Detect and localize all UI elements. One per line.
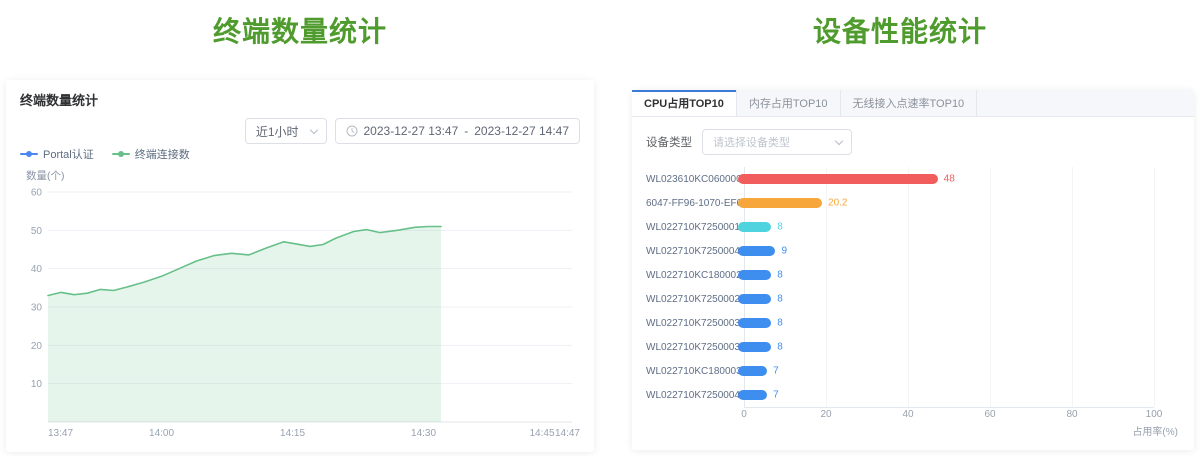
svg-text:14:47: 14:47	[555, 428, 580, 439]
y-axis-title: 数量(个)	[26, 168, 65, 183]
date-range-end: 2023-12-27 14:47	[474, 124, 569, 138]
bar-category-label: WL022710KC18000372	[646, 366, 738, 377]
bar	[738, 246, 775, 256]
bar-category-label: WL022710K725000409	[646, 246, 738, 257]
bar-value-label: 8	[777, 342, 783, 353]
bar-row: WL022710K725000470 7	[646, 383, 1180, 407]
bar-value-label: 7	[773, 390, 779, 401]
time-range-select[interactable]: 近1小时	[245, 118, 327, 144]
bar-category-label: 6047-FF96-1070-EF0A	[646, 198, 738, 209]
bar	[738, 366, 767, 376]
bar-value-label: 48	[944, 174, 955, 185]
x-tick-label: 40	[902, 409, 913, 420]
bar-row: WL022710K725000307 8	[646, 311, 1180, 335]
x-tick-label: 80	[1066, 409, 1077, 420]
bar-row: WL022710K725000409 9	[646, 239, 1180, 263]
svg-text:60: 60	[31, 188, 43, 199]
svg-text:30: 30	[31, 303, 43, 314]
bar	[738, 174, 938, 184]
bar-category-label: WL022710K725000102	[646, 222, 738, 233]
svg-text:20: 20	[31, 341, 43, 352]
svg-text:10: 10	[31, 379, 43, 390]
svg-text:14:30: 14:30	[411, 428, 436, 439]
bar-category-label: WL022710K725000307	[646, 318, 738, 329]
svg-text:13:47: 13:47	[48, 428, 73, 439]
bar-category-label: WL023610KC06000043	[646, 174, 738, 185]
chart-legend: Portal认证 终端连接数	[20, 146, 190, 162]
device-type-label: 设备类型	[646, 134, 692, 150]
date-range-start: 2023-12-27 13:47	[364, 124, 459, 138]
bar-value-label: 7	[773, 366, 779, 377]
bar-row: WL022710KC18000280 8	[646, 263, 1180, 287]
bar-value-label: 8	[777, 294, 783, 305]
bar-row: WL022710K725000102 8	[646, 215, 1180, 239]
bar-x-axis-title: 占用率(%)	[646, 423, 1178, 438]
legend-label: Portal认证	[43, 146, 94, 162]
bar-row: WL022710K725000369 8	[646, 335, 1180, 359]
date-range-picker[interactable]: 2023-12-27 13:47 - 2023-12-27 14:47	[335, 118, 581, 144]
svg-text:14:00: 14:00	[149, 428, 174, 439]
bar	[738, 222, 771, 232]
bar-row: WL022710KC18000372 7	[646, 359, 1180, 383]
bar-value-label: 8	[777, 270, 783, 281]
legend-item[interactable]: 终端连接数	[112, 146, 190, 162]
bar-row: WL023610KC06000043 48	[646, 167, 1180, 191]
cpu-top10-bar-chart: WL023610KC06000043 48 6047-FF96-1070-EF0A 2…	[646, 167, 1180, 438]
x-tick-label: 0	[741, 409, 747, 420]
bar	[738, 198, 822, 208]
bar-category-label: WL022710KC18000280	[646, 270, 738, 281]
bar-category-label: WL022710K725000470	[646, 390, 738, 401]
svg-text:40: 40	[31, 264, 43, 275]
svg-text:50: 50	[31, 226, 43, 237]
chevron-down-icon	[835, 136, 843, 144]
x-tick-label: 20	[820, 409, 831, 420]
clock-icon	[346, 125, 358, 137]
chart-controls: 近1小时 2023-12-27 13:47 - 2023-12-27 14:47	[245, 118, 580, 144]
left-panel-heading: 终端数量统计	[0, 10, 600, 50]
bar-category-label: WL022710K725000272	[646, 294, 738, 305]
legend-label: 终端连接数	[135, 146, 190, 162]
bar-value-label: 8	[777, 222, 783, 233]
time-range-value: 近1小时	[256, 123, 299, 140]
legend-line-dot-icon	[20, 150, 38, 158]
x-tick-label: 60	[984, 409, 995, 420]
bar	[738, 294, 771, 304]
device-performance-card: CPU占用TOP10内存占用TOP10无线接入点速率TOP10 设备类型 请选择…	[632, 90, 1194, 450]
legend-item[interactable]: Portal认证	[20, 146, 94, 162]
bar-value-label: 20.2	[828, 198, 847, 209]
terminal-count-line-chart: 10 20 30 40 50 60 13:47 14:00 14:15 14:30 14:4514:…	[20, 182, 580, 440]
bar-value-label: 8	[777, 318, 783, 329]
terminal-stats-card: 终端数量统计 近1小时 2023-12-27 13:47 - 2023-12-2…	[6, 80, 594, 452]
tab-无线接入点速率TOP10[interactable]: 无线接入点速率TOP10	[841, 90, 978, 116]
right-panel-heading: 设备性能统计	[600, 10, 1200, 50]
card-title: 终端数量统计	[20, 90, 98, 109]
bar	[738, 390, 767, 400]
svg-text:14:15: 14:15	[280, 428, 305, 439]
legend-line-dot-icon	[112, 150, 130, 158]
svg-text:14:45: 14:45	[530, 428, 555, 439]
x-tick-label: 100	[1146, 409, 1163, 420]
performance-tabbar: CPU占用TOP10内存占用TOP10无线接入点速率TOP10	[632, 90, 1194, 117]
chevron-down-icon	[309, 125, 317, 133]
bar-row: 6047-FF96-1070-EF0A 20.2	[646, 191, 1180, 215]
dashboard-page: 终端数量统计 设备性能统计 终端数量统计 近1小时 2023-12-27 13:…	[0, 0, 1200, 456]
bar	[738, 318, 771, 328]
date-range-separator: -	[464, 124, 468, 138]
device-type-select[interactable]: 请选择设备类型	[702, 129, 852, 155]
bar	[738, 342, 771, 352]
tab-CPU占用TOP10[interactable]: CPU占用TOP10	[632, 90, 737, 116]
device-type-placeholder: 请选择设备类型	[713, 134, 790, 150]
tab-内存占用TOP10[interactable]: 内存占用TOP10	[737, 90, 841, 116]
bar	[738, 270, 771, 280]
bar-row: WL022710K725000272 8	[646, 287, 1180, 311]
bar-category-label: WL022710K725000369	[646, 342, 738, 353]
bar-x-axis-ticks: 020406080100	[744, 409, 1154, 423]
bar-value-label: 9	[781, 246, 787, 257]
device-type-filter-row: 设备类型 请选择设备类型	[646, 129, 1180, 155]
